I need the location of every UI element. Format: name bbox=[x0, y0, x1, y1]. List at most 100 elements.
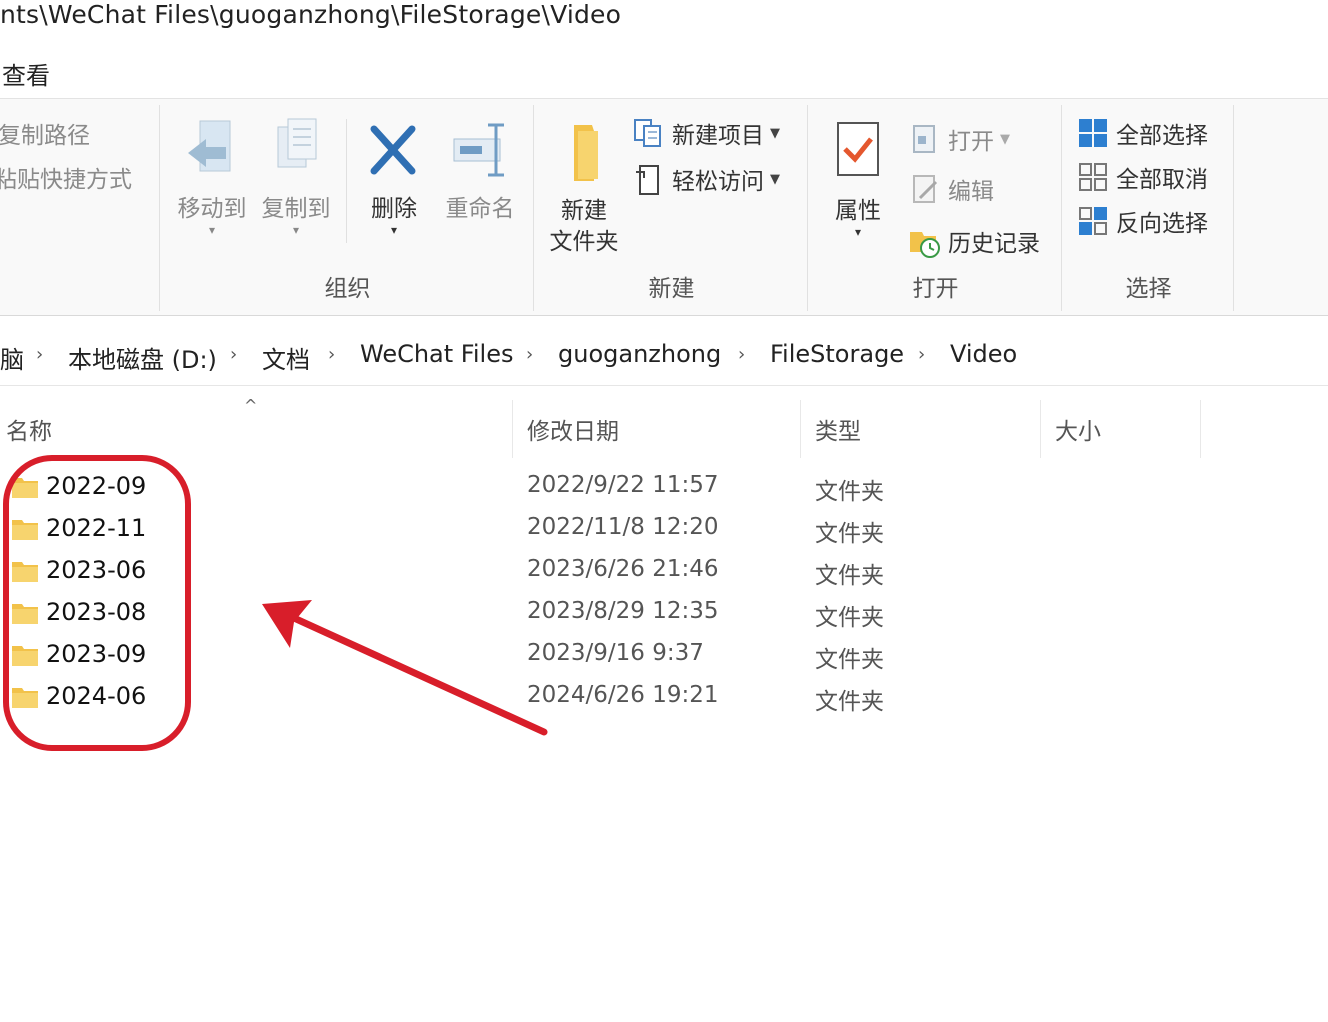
breadcrumb-item-wechat-files[interactable]: WeChat Files bbox=[360, 340, 513, 368]
file-modified: 2023/8/29 12:35 bbox=[527, 598, 719, 624]
ribbon: 复制路径 粘贴快捷方式 移动到 ▾ 复制到 ▾ 删除 ▾ 重命名 组织 新建 文… bbox=[0, 98, 1328, 316]
chevron-down-icon: ▼ bbox=[1000, 131, 1010, 147]
ribbon-group-clipboard: 复制路径 粘贴快捷方式 bbox=[0, 105, 160, 311]
folder-icon bbox=[12, 646, 38, 666]
ribbon-group-new: 新建 文件夹 新建项目 ▼ 轻松访问 ▼ 新建 bbox=[536, 105, 808, 311]
folder-icon bbox=[12, 478, 38, 498]
table-row[interactable]: 2022-09 2022/9/22 11:57 文件夹 bbox=[0, 468, 1328, 510]
properties-label: 属性 bbox=[835, 198, 881, 225]
chevron-right-icon[interactable]: › bbox=[738, 344, 745, 365]
table-row[interactable]: 2023-06 2023/6/26 21:46 文件夹 bbox=[0, 552, 1328, 594]
edit-icon bbox=[908, 172, 942, 206]
column-header-size[interactable]: 大小 bbox=[1055, 412, 1101, 452]
file-modified: 2023/6/26 21:46 bbox=[527, 556, 719, 582]
select-none-icon bbox=[1076, 160, 1110, 194]
file-type: 文件夹 bbox=[815, 521, 884, 547]
rename-button[interactable]: 重命名 bbox=[438, 115, 522, 225]
copy-to-label: 复制到 bbox=[261, 196, 331, 223]
new-folder-label-line2: 文件夹 bbox=[549, 229, 619, 256]
history-clock-icon bbox=[908, 224, 942, 258]
chevron-down-icon: ▾ bbox=[854, 225, 862, 240]
open-label: 打开 bbox=[948, 129, 994, 155]
file-modified: 2023/9/16 9:37 bbox=[527, 640, 704, 666]
select-all-icon bbox=[1076, 116, 1110, 150]
easy-access-label: 轻松访问 bbox=[672, 169, 764, 195]
chevron-right-icon[interactable]: › bbox=[328, 344, 335, 365]
new-item-icon bbox=[632, 116, 666, 150]
properties-button[interactable]: 属性 ▾ bbox=[820, 117, 896, 240]
chevron-right-icon[interactable]: › bbox=[526, 344, 533, 365]
column-divider[interactable] bbox=[1200, 400, 1201, 458]
chevron-down-icon: ▾ bbox=[208, 223, 216, 238]
file-modified: 2022/11/8 12:20 bbox=[527, 514, 719, 540]
table-row[interactable]: 2023-09 2023/9/16 9:37 文件夹 bbox=[0, 636, 1328, 678]
delete-button[interactable]: 删除 ▾ bbox=[354, 115, 434, 238]
chevron-down-icon: ▼ bbox=[770, 125, 780, 141]
chevron-down-icon: ▼ bbox=[770, 171, 780, 187]
invert-select-icon bbox=[1076, 204, 1110, 238]
paste-shortcut-button[interactable]: 粘贴快捷方式 bbox=[0, 157, 132, 197]
column-divider[interactable] bbox=[1040, 400, 1041, 458]
ribbon-group-organize: 移动到 ▾ 复制到 ▾ 删除 ▾ 重命名 组织 bbox=[162, 105, 534, 311]
file-name: 2023-06 bbox=[46, 556, 147, 584]
select-all-label: 全部选择 bbox=[1116, 123, 1208, 149]
table-row[interactable]: 2024-06 2024/6/26 19:21 文件夹 bbox=[0, 678, 1328, 720]
new-item-button[interactable]: 新建项目 ▼ bbox=[632, 113, 780, 153]
column-header-type[interactable]: 类型 bbox=[815, 412, 861, 452]
folder-icon bbox=[12, 688, 38, 708]
rename-cursor-icon bbox=[453, 123, 504, 177]
chevron-right-icon[interactable]: › bbox=[36, 344, 43, 365]
invert-selection-button[interactable]: 反向选择 bbox=[1076, 201, 1208, 241]
invert-selection-label: 反向选择 bbox=[1116, 211, 1208, 237]
move-to-label: 移动到 bbox=[177, 196, 247, 223]
history-button[interactable]: 历史记录 bbox=[908, 221, 1040, 261]
open-button[interactable]: 打开 ▼ bbox=[908, 119, 1010, 159]
file-modified: 2022/9/22 11:57 bbox=[527, 472, 719, 498]
breadcrumb: 脑 › 本地磁盘 (D:) › 文档 › WeChat Files › guog… bbox=[0, 326, 1328, 386]
easy-access-button[interactable]: 轻松访问 ▼ bbox=[632, 159, 780, 199]
group-label-open: 打开 bbox=[912, 276, 959, 302]
close-x-icon bbox=[370, 125, 416, 175]
folder-icon bbox=[574, 125, 598, 181]
select-all-button[interactable]: 全部选择 bbox=[1076, 113, 1208, 153]
breadcrumb-item-local-disk[interactable]: 本地磁盘 (D:) bbox=[68, 340, 217, 375]
select-none-button[interactable]: 全部取消 bbox=[1076, 157, 1208, 197]
chevron-right-icon[interactable]: › bbox=[230, 344, 237, 365]
chevron-down-icon: ▾ bbox=[390, 223, 398, 238]
file-modified: 2024/6/26 19:21 bbox=[527, 682, 719, 708]
copy-path-button[interactable]: 复制路径 bbox=[0, 113, 90, 153]
copy-to-button[interactable]: 复制到 ▾ bbox=[256, 115, 336, 238]
column-header-name[interactable]: 名称 bbox=[6, 412, 52, 452]
menu-view[interactable]: 查看 bbox=[2, 56, 50, 91]
chevron-right-icon[interactable]: › bbox=[918, 344, 925, 365]
file-name: 2023-08 bbox=[46, 598, 147, 626]
breadcrumb-item-computer[interactable]: 脑 bbox=[0, 340, 24, 375]
breadcrumb-item-filestorage[interactable]: FileStorage bbox=[770, 340, 904, 368]
breadcrumb-item-video[interactable]: Video bbox=[950, 340, 1017, 368]
breadcrumb-item-user[interactable]: guoganzhong bbox=[558, 340, 721, 368]
new-folder-button[interactable]: 新建 文件夹 bbox=[542, 117, 626, 258]
move-to-button[interactable]: 移动到 ▾ bbox=[172, 115, 252, 238]
file-type: 文件夹 bbox=[815, 647, 884, 673]
file-name: 2024-06 bbox=[46, 682, 147, 710]
chevron-down-icon: ▾ bbox=[292, 223, 300, 238]
ribbon-group-select: 全部选择 全部取消 反向选择 选择 bbox=[1064, 105, 1234, 311]
breadcrumb-item-documents[interactable]: 文档 bbox=[262, 340, 310, 375]
file-type: 文件夹 bbox=[815, 605, 884, 631]
file-type: 文件夹 bbox=[815, 479, 884, 505]
table-row[interactable]: 2022-11 2022/11/8 12:20 文件夹 bbox=[0, 510, 1328, 552]
group-label-select: 选择 bbox=[1125, 276, 1172, 302]
folder-icon bbox=[12, 604, 38, 624]
column-divider[interactable] bbox=[800, 400, 801, 458]
group-label-organize: 组织 bbox=[324, 276, 371, 302]
group-label-new: 新建 bbox=[648, 276, 695, 302]
folder-icon bbox=[12, 520, 38, 540]
open-icon bbox=[908, 122, 942, 156]
select-none-label: 全部取消 bbox=[1116, 167, 1208, 193]
copy-path-label: 复制路径 bbox=[0, 123, 90, 149]
column-divider[interactable] bbox=[512, 400, 513, 458]
file-name: 2022-11 bbox=[46, 514, 147, 542]
edit-button[interactable]: 编辑 bbox=[908, 169, 994, 209]
table-row[interactable]: 2023-08 2023/8/29 12:35 文件夹 bbox=[0, 594, 1328, 636]
column-header-modified[interactable]: 修改日期 bbox=[527, 412, 619, 452]
